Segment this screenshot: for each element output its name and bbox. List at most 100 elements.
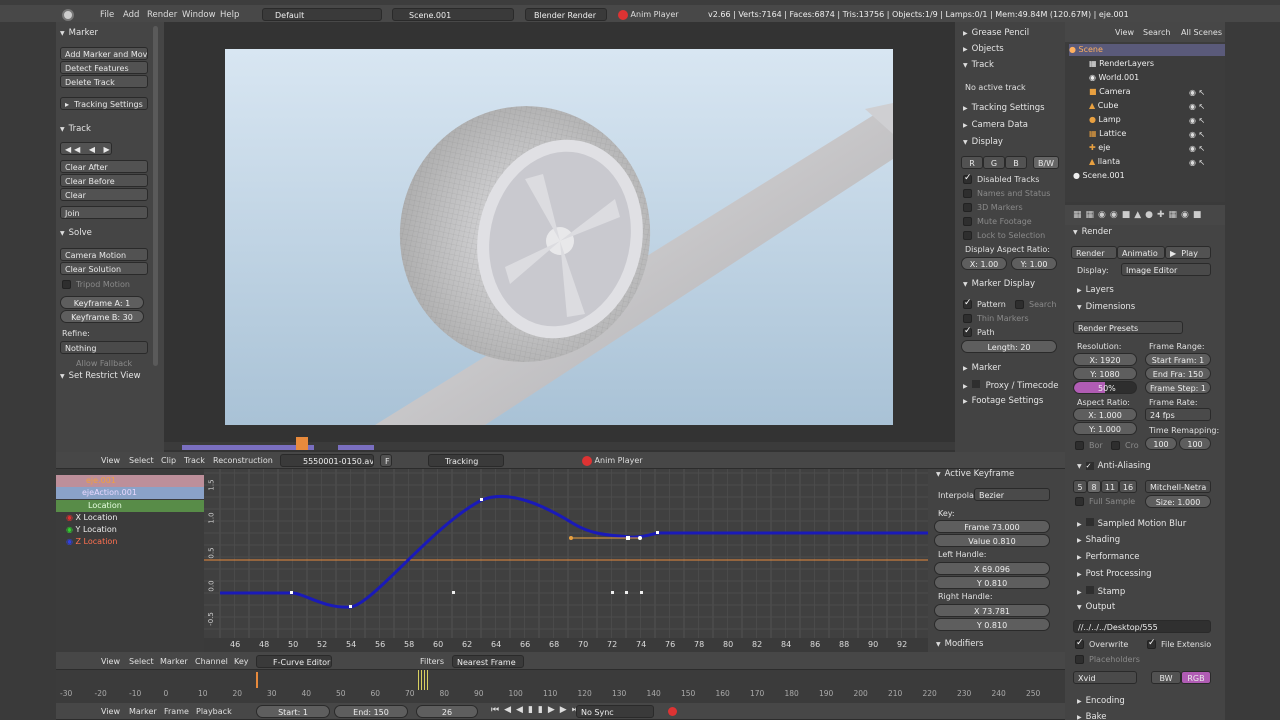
bw-output-button[interactable]: BW <box>1151 671 1181 684</box>
search-checkbox[interactable] <box>1015 300 1024 309</box>
camera-data-section[interactable]: Camera Data <box>963 120 1028 130</box>
unselected-point[interactable] <box>640 591 643 594</box>
menu-render[interactable]: Render <box>147 10 177 20</box>
start-frame-field[interactable]: Start: 1 <box>256 705 330 718</box>
outliner-row-lattice[interactable]: ▦ Lattice <box>1089 128 1126 140</box>
record-icon[interactable] <box>668 707 677 716</box>
rgb-output-button[interactable]: RGB <box>1181 671 1211 684</box>
track-controls[interactable]: ◀◀ ◀ ▶ ▶▶ <box>60 142 112 155</box>
aa-5-button[interactable]: 5 <box>1073 480 1087 493</box>
output-section[interactable]: Output <box>1077 602 1116 612</box>
outliner-row-world[interactable]: ◉ World.001 <box>1089 72 1139 84</box>
channel-location-group[interactable]: Location <box>56 500 204 512</box>
shading-section[interactable]: Shading <box>1077 535 1121 545</box>
path-checkbox[interactable] <box>963 326 972 337</box>
remap-old-field[interactable]: 100 <box>1145 437 1177 450</box>
end-frame-field[interactable]: End: 150 <box>334 705 408 718</box>
mute-footage-checkbox[interactable] <box>963 217 972 226</box>
aa-11-button[interactable]: 11 <box>1101 480 1119 493</box>
menu-window[interactable]: Window <box>182 10 216 20</box>
outliner-row-eje[interactable]: ✚ eje <box>1089 142 1110 154</box>
track-section[interactable]: Track <box>60 124 91 134</box>
performance-section[interactable]: Performance <box>1077 552 1140 562</box>
output-path-field[interactable]: //../../../Desktop/555 <box>1073 620 1211 633</box>
screen-layout-select[interactable]: Default <box>262 8 382 21</box>
right-handle-point[interactable] <box>638 536 642 540</box>
graph-key-menu[interactable]: Key <box>234 657 249 666</box>
aspect-y-field[interactable]: Y: 1.000 <box>1073 422 1137 435</box>
left-handle-point[interactable] <box>569 536 573 540</box>
crop-checkbox[interactable] <box>1111 441 1120 450</box>
refine-select[interactable]: Nothing <box>60 341 148 354</box>
props-tabs[interactable]: ▦▦◉◉■▲●✚▦◉■ <box>1065 205 1225 225</box>
encoding-section[interactable]: Encoding <box>1077 696 1125 706</box>
clip-anim-player-button[interactable]: Anim Player <box>582 454 643 467</box>
render-presets-select[interactable]: Render Presets <box>1073 321 1183 334</box>
render-engine-select[interactable]: Blender Render <box>525 8 607 21</box>
track-panel-section[interactable]: Track <box>963 60 994 70</box>
keyframe-point-active[interactable] <box>626 536 630 540</box>
outliner-all-scenes[interactable]: All Scenes <box>1181 28 1222 37</box>
marker-display-section[interactable]: Marker Display <box>963 279 1035 289</box>
filters-button[interactable]: Filters <box>420 657 444 666</box>
frame-field[interactable]: Frame 73.000 <box>934 520 1050 533</box>
visibility-column[interactable]: ◉ ↖ ◉ ↖ ◉ ↖ ◉ ↖ ◉ ↖ ◉ ↖ <box>1189 86 1219 170</box>
pattern-checkbox[interactable] <box>963 298 972 309</box>
value-field[interactable]: Value 0.810 <box>934 534 1050 547</box>
aa-8-button[interactable]: 8 <box>1087 480 1101 493</box>
tripod-checkbox[interactable] <box>62 280 71 289</box>
solve-section[interactable]: Solve <box>60 228 92 238</box>
anim-player-button[interactable]: Anim Player <box>618 8 684 22</box>
motion-blur-section[interactable]: Sampled Motion Blur <box>1077 518 1186 529</box>
clip-viewport[interactable] <box>164 22 955 452</box>
aspect-x-field[interactable]: X: 1.000 <box>1073 408 1137 421</box>
keyframe-point[interactable] <box>290 591 293 594</box>
clip-select-menu[interactable]: Select <box>129 456 154 465</box>
sync-select[interactable]: No Sync <box>576 705 654 718</box>
render-section[interactable]: Render <box>1073 227 1112 237</box>
play-button[interactable]: ▶ Play <box>1165 246 1211 259</box>
left-handle-y-field[interactable]: Y 0.810 <box>934 576 1050 589</box>
tracking-settings-button[interactable]: ▸ Tracking Settings <box>60 97 148 110</box>
timeline-frame-menu[interactable]: Frame <box>164 707 189 716</box>
outliner-row-scene[interactable]: ● Scene <box>1069 44 1225 56</box>
border-checkbox[interactable] <box>1075 441 1084 450</box>
scene-select[interactable]: Scene.001 <box>392 8 514 21</box>
graph-area[interactable]: 1.5 1.0 0.5 0.0 -0.5 46 48 50 52 54 56 58 60 62 6… <box>204 469 928 652</box>
lock-selection-checkbox[interactable] <box>963 231 972 240</box>
remap-new-field[interactable]: 100 <box>1179 437 1211 450</box>
channel-x-location[interactable]: ◉ X Location <box>66 512 117 524</box>
full-sample-checkbox[interactable] <box>1075 497 1084 506</box>
unselected-point[interactable] <box>611 591 614 594</box>
footage-settings-section[interactable]: Footage Settings <box>963 396 1044 406</box>
left-handle-x-field[interactable]: X 69.096 <box>934 562 1050 575</box>
resolution-x-field[interactable]: X: 1920 <box>1073 353 1137 366</box>
outliner-row-scene001[interactable]: ● Scene.001 <box>1073 170 1125 182</box>
set-restrict-view-section[interactable]: Set Restrict View <box>60 371 141 381</box>
add-marker-button[interactable]: Add Marker and Move <box>60 47 148 60</box>
post-processing-section[interactable]: Post Processing <box>1077 569 1152 579</box>
clip-reconstruction-menu[interactable]: Reconstruction <box>213 456 273 465</box>
delete-track-button[interactable]: Delete Track <box>60 75 148 88</box>
right-handle-x-field[interactable]: X 73.781 <box>934 604 1050 617</box>
current-frame-field[interactable]: 26 <box>416 705 478 718</box>
clear-solution-button[interactable]: Clear Solution <box>60 262 148 275</box>
dimensions-section[interactable]: Dimensions <box>1077 302 1136 312</box>
graph-view-menu[interactable]: View <box>101 657 120 666</box>
aspect-y-field[interactable]: Y: 1.00 <box>1011 257 1057 270</box>
graph-select-menu[interactable]: Select <box>129 657 154 666</box>
stamp-section[interactable]: Stamp <box>1077 586 1125 597</box>
outliner-view-menu[interactable]: View <box>1115 28 1134 37</box>
playback-controls[interactable]: ⏮◀◀▮▮▶▶⏭ <box>491 705 585 715</box>
graph-channel-menu[interactable]: Channel <box>195 657 228 666</box>
channel-action[interactable]: ejeAction.001 <box>56 487 204 499</box>
frame-end-field[interactable]: End Fra: 150 <box>1145 367 1211 380</box>
markers3d-checkbox[interactable] <box>963 203 972 212</box>
timeline-area[interactable]: -30 -20 -10 0 10 20 30 40 50 60 70 80 90 100 110 120 130… <box>56 670 1065 703</box>
timeline-marker-menu[interactable]: Marker <box>129 707 157 716</box>
menu-add[interactable]: Add <box>123 10 139 20</box>
animation-button[interactable]: Animatio <box>1117 246 1165 259</box>
layers-section[interactable]: Layers <box>1077 285 1114 295</box>
marker-panel-section[interactable]: Marker <box>963 363 1001 373</box>
aa-filter-select[interactable]: Mitchell-Netra <box>1145 480 1211 493</box>
